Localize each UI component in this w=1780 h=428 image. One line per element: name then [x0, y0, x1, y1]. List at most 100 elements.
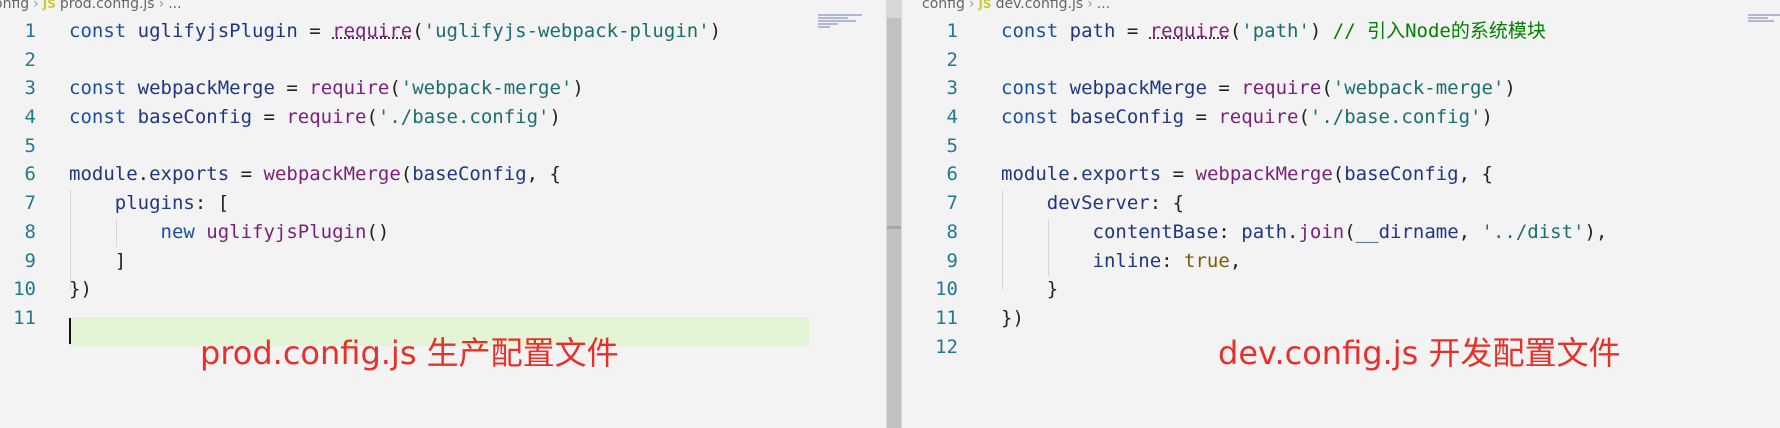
code-text[interactable]: }	[1001, 275, 1058, 304]
code-line[interactable]: 5	[0, 132, 886, 161]
line-number: 9	[946, 249, 958, 272]
line-number: 9	[24, 249, 36, 272]
code-line[interactable]: 6 module.exports = webpackMerge(baseConfi…	[0, 160, 886, 189]
code-line[interactable]: 8 contentBase: path.join(__dirname, '../…	[902, 218, 1780, 247]
code-token: : {	[1149, 192, 1185, 215]
code-token: 'webpack-merge'	[1332, 77, 1505, 100]
breadcrumb-tail[interactable]: ...	[1097, 0, 1110, 12]
line-number: 11	[13, 306, 36, 329]
code-text[interactable]: })	[1001, 304, 1024, 333]
code-line[interactable]: 10 }	[902, 275, 1780, 304]
code-token: (	[389, 77, 401, 100]
code-line[interactable]: 1 const uglifyjsPlugin = require('uglifyj…	[0, 17, 886, 46]
code-text[interactable]: module.exports = webpackMerge(baseConfig…	[1001, 160, 1493, 189]
code-text[interactable]: const webpackMerge = require('webpack-me…	[69, 74, 584, 103]
code-text[interactable]: devServer: {	[1001, 189, 1184, 218]
code-line[interactable]: 1 const path = require('path') // 引入Node的…	[902, 17, 1780, 46]
editor-pane-prod[interactable]: onfig›JSprod.config.js›... 1const uglify…	[0, 0, 886, 428]
code-line[interactable]: 7 devServer: {	[902, 189, 1780, 218]
code-line[interactable]: 9 ]	[0, 247, 886, 276]
code-text[interactable]: const path = require('path') // 引入Node的系…	[1001, 17, 1546, 46]
breadcrumb-folder[interactable]: config	[922, 0, 965, 12]
code-token: const	[1001, 106, 1070, 129]
code-token: require	[309, 77, 390, 100]
code-token: webpackMerge	[1069, 77, 1207, 100]
code-token: )	[1481, 106, 1493, 129]
code-text[interactable]: new uglifyjsPlugin()	[69, 218, 390, 247]
line-number: 8	[24, 220, 36, 243]
code-token: (	[400, 163, 413, 186]
code-line[interactable]: 4 const baseConfig = require('./base.conf…	[902, 103, 1780, 132]
code-text[interactable]: const uglifyjsPlugin = require('uglifyjs…	[69, 17, 721, 46]
code-token: './base.config'	[377, 106, 550, 129]
breadcrumb-file[interactable]: prod.config.js	[60, 0, 155, 12]
editor-pane-dev[interactable]: config › JS dev.config.js ›... 1 const path =…	[902, 0, 1780, 428]
code-text[interactable]: })	[69, 275, 92, 304]
code-line[interactable]: 2	[0, 46, 886, 75]
code-token: (	[1298, 106, 1310, 129]
breadcrumb-file[interactable]: dev.config.js	[996, 0, 1084, 12]
code-token: :	[1161, 249, 1185, 272]
code-line[interactable]: 3 const webpackMerge = require('webpack-m…	[902, 74, 1780, 103]
code-token: 'webpack-merge'	[400, 77, 573, 100]
scrollbar-thumb[interactable]	[887, 18, 901, 428]
code-text[interactable]: plugins: [	[69, 189, 229, 218]
line-number: 4	[946, 106, 958, 129]
code-token: const	[69, 20, 138, 42]
code-text[interactable]: const webpackMerge = require('webpack-me…	[1001, 74, 1516, 103]
code-token: uglifyjsPlugin	[137, 20, 298, 42]
code-line[interactable]: 10})	[0, 275, 886, 304]
code-token: require	[286, 106, 367, 129]
code-line[interactable]: 4 const baseConfig = require('./base.conf…	[0, 103, 886, 132]
code-line[interactable]: 8 new uglifyjsPlugin()	[0, 218, 886, 247]
code-line[interactable]: 6 module.exports = webpackMerge(baseConfi…	[902, 160, 1780, 189]
code-token: , {	[1458, 163, 1493, 186]
code-lines[interactable]: 1 const uglifyjsPlugin = require('uglifyj…	[0, 17, 886, 333]
line-number: 7	[946, 192, 958, 215]
vertical-scrollbar[interactable]	[886, 0, 902, 428]
breadcrumb-separator-icon: ›	[968, 0, 975, 12]
line-number: 10	[13, 278, 36, 301]
code-token: , {	[526, 163, 561, 186]
line-number: 1	[946, 20, 958, 42]
code-token: )	[709, 20, 722, 42]
code-token: webpackMerge	[1195, 163, 1333, 186]
code-token: )	[1504, 77, 1516, 100]
code-text[interactable]: ]	[69, 247, 126, 276]
caption-prod: prod.config.js 生产配置文件	[200, 334, 619, 372]
code-token: baseConfig	[1344, 163, 1459, 186]
breadcrumb-tail[interactable]: ...	[168, 0, 181, 12]
line-number: 3	[24, 77, 36, 100]
line-number: 6	[946, 163, 958, 186]
code-text[interactable]: contentBase: path.join(__dirname, '../di…	[1001, 218, 1608, 247]
code-token: baseConfig	[1069, 106, 1185, 129]
code-token: contentBase	[1092, 220, 1219, 243]
line-number: 6	[24, 163, 36, 186]
code-line[interactable]: 3 const webpackMerge = require('webpack-m…	[0, 74, 886, 103]
code-text[interactable]: const baseConfig = require('./base.confi…	[1001, 103, 1493, 132]
code-line[interactable]: 2	[902, 46, 1780, 75]
code-text[interactable]: const baseConfig = require('./base.confi…	[69, 103, 561, 132]
code-token: require	[332, 20, 413, 42]
code-token: )	[1309, 20, 1333, 42]
code-line[interactable]: 7 plugins: [	[0, 189, 886, 218]
code-line[interactable]: 9 inline: true,	[902, 247, 1780, 276]
code-token: (	[1321, 77, 1333, 100]
code-text[interactable]: inline: true,	[1001, 247, 1242, 276]
code-token: .	[1287, 220, 1299, 243]
code-token: plugins	[114, 192, 195, 215]
line-number: 2	[946, 48, 958, 71]
code-token: true	[1184, 249, 1230, 272]
line-number: 12	[935, 335, 958, 358]
code-token: })	[69, 278, 92, 301]
code-text[interactable]: module.exports = webpackMerge(baseConfig…	[69, 160, 561, 189]
code-lines[interactable]: 1 const path = require('path') // 引入Node的…	[902, 17, 1780, 361]
breadcrumb-separator-icon: ›	[158, 0, 165, 12]
code-line[interactable]: 5	[902, 132, 1780, 161]
code-token: baseConfig	[412, 163, 527, 186]
breadcrumb: onfig›JSprod.config.js›...	[0, 0, 182, 13]
code-token: ()	[366, 220, 390, 243]
breadcrumb-folder[interactable]: onfig	[0, 0, 29, 12]
